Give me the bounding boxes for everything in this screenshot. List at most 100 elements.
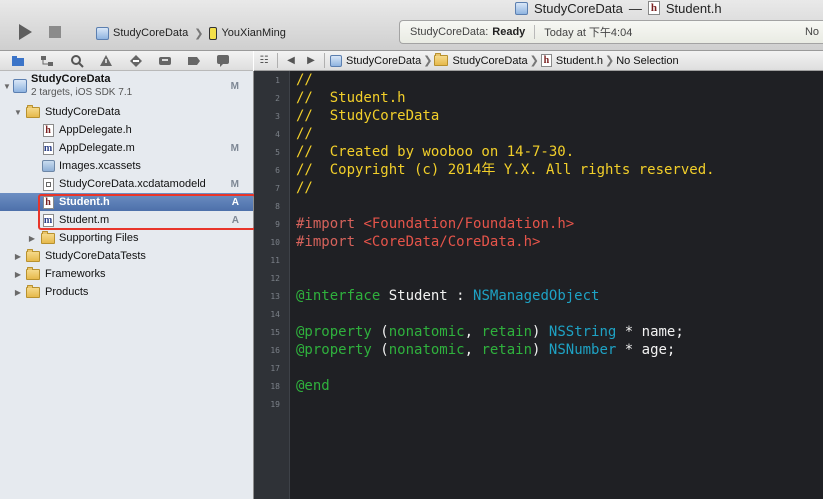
window-title-separator: — xyxy=(628,0,642,16)
symbol-navigator-tab[interactable] xyxy=(39,53,55,68)
log-navigator-tab[interactable] xyxy=(215,53,231,68)
scheme-project: StudyCoreData xyxy=(113,27,189,39)
code-line: #import <Foundation/Foundation.h> xyxy=(296,215,574,233)
line-number: 1 xyxy=(275,76,280,85)
sidebar-item-datamodel[interactable]: StudyCoreData.xcdatamodeld M xyxy=(0,175,253,193)
scm-status-badge: M xyxy=(230,178,239,190)
issue-navigator-tab[interactable] xyxy=(98,53,114,68)
toolbar: StudyCoreData — h Student.h StudyCoreDat… xyxy=(0,0,823,51)
line-number: 9 xyxy=(275,220,280,229)
speech-bubble-icon xyxy=(217,55,229,67)
folder-icon xyxy=(434,53,449,66)
chevron-right-icon: ❯ xyxy=(529,55,539,67)
test-navigator-tab[interactable] xyxy=(128,53,144,68)
jump-bar-project[interactable]: StudyCoreData xyxy=(330,54,421,67)
jump-bar-label: StudyCoreData xyxy=(452,54,528,67)
code-line: @property (nonatomic, retain) NSNumber *… xyxy=(296,341,675,359)
project-subtitle: 2 targets, iOS SDK 7.1 xyxy=(31,87,133,98)
line-number: 13 xyxy=(270,292,280,301)
sidebar-item-studycoredatatests[interactable]: ▶ StudyCoreDataTests xyxy=(0,247,253,265)
sidebar-item-group-studycoredata[interactable]: ▼ StudyCoreData xyxy=(0,103,253,121)
code-token: * age; xyxy=(624,342,676,358)
project-icon xyxy=(13,79,27,93)
scheme-device: YouXianMing xyxy=(221,27,286,39)
folder-icon xyxy=(12,55,24,66)
code-line: #import <CoreData/CoreData.h> xyxy=(296,233,540,251)
chevron-right-icon: ❯ xyxy=(423,55,433,67)
code-token: , xyxy=(464,342,482,358)
disclosure-open-icon[interactable]: ▼ xyxy=(13,107,23,117)
search-navigator-tab[interactable] xyxy=(69,53,85,68)
disclosure-open-icon[interactable]: ▼ xyxy=(2,81,12,91)
window-title-project: StudyCoreData xyxy=(534,0,623,16)
scm-status-badge: M xyxy=(230,81,239,92)
code-line: // xyxy=(296,126,313,142)
stop-button[interactable] xyxy=(44,22,66,42)
scheme-project-icon xyxy=(96,26,109,40)
sidebar-item-appdelegate-m[interactable]: m AppDelegate.m M xyxy=(0,139,253,157)
folder-icon xyxy=(26,266,40,281)
breakpoint-navigator-tab[interactable] xyxy=(186,53,202,68)
code-token: retain xyxy=(481,324,533,340)
line-number: 18 xyxy=(270,382,280,391)
header-file-icon: h xyxy=(41,123,55,137)
code-token: NSString xyxy=(548,324,617,340)
scm-status-badge: M xyxy=(230,142,239,154)
disclosure-closed-icon[interactable]: ▶ xyxy=(27,233,37,243)
project-navigator-tab[interactable] xyxy=(10,53,26,68)
disclosure-closed-icon[interactable]: ▶ xyxy=(13,251,23,261)
code-token: <CoreData/CoreData.h> xyxy=(363,234,541,250)
diamond-icon xyxy=(130,54,142,67)
disclosure-closed-icon[interactable]: ▶ xyxy=(13,269,23,279)
status-extra: No xyxy=(804,26,819,38)
sidebar-item-supporting-files[interactable]: ▶ Supporting Files xyxy=(0,229,253,247)
code-token: <Foundation/Foundation.h> xyxy=(363,216,575,232)
related-items-icon[interactable]: ☷ xyxy=(254,55,274,66)
run-button[interactable] xyxy=(14,22,36,42)
sidebar-item-products[interactable]: ▶ Products xyxy=(0,283,253,301)
line-number: 7 xyxy=(275,184,280,193)
scheme-selector[interactable]: StudyCoreData ❯ YouXianMing xyxy=(96,26,286,40)
status-time: Today at 下午4:04 xyxy=(544,27,633,39)
debug-navigator-tab[interactable] xyxy=(157,53,173,68)
sidebar-item-frameworks[interactable]: ▶ Frameworks xyxy=(0,265,253,283)
jump-bar-file[interactable]: h Student.h xyxy=(540,54,603,67)
sidebar-item-label: StudyCoreData.xcdatamodeld xyxy=(59,178,206,190)
code-line: // StudyCoreData xyxy=(296,108,440,124)
line-number: 16 xyxy=(270,346,280,355)
sidebar-item-label: Images.xcassets xyxy=(59,160,141,172)
code-line: // Created by wooboo on 14-7-30. xyxy=(296,144,575,160)
chevron-right-icon: ❯ xyxy=(604,55,615,67)
code-token: nonatomic xyxy=(388,324,465,340)
jump-bar-symbol[interactable]: No Selection xyxy=(616,55,678,67)
chevron-right-icon: ❯ xyxy=(194,27,204,40)
disclosure-closed-icon[interactable]: ▶ xyxy=(13,287,23,297)
project-navigator: ▼ StudyCoreData 2 targets, iOS SDK 7.1 M… xyxy=(0,71,254,499)
line-number: 11 xyxy=(270,256,280,265)
sidebar-item-appdelegate-h[interactable]: h AppDelegate.h xyxy=(0,121,253,139)
status-divider xyxy=(534,25,536,39)
sidebar-item-label: AppDelegate.m xyxy=(59,142,135,154)
code-token: @property xyxy=(296,342,372,358)
code-line: // Copyright (c) 2014年 Y.X. All rights r… xyxy=(296,162,715,178)
forward-arrow-icon[interactable]: ▶ xyxy=(301,55,321,66)
sidebar-item-label: Frameworks xyxy=(45,268,106,280)
folder-icon xyxy=(26,104,40,119)
jump-bar-group[interactable]: StudyCoreData xyxy=(434,53,528,67)
code-token: NSManagedObject xyxy=(473,288,600,304)
project-row[interactable]: ▼ StudyCoreData 2 targets, iOS SDK 7.1 M xyxy=(0,71,253,101)
source-editor[interactable]: // // Student.h // StudyCoreData // // C… xyxy=(290,71,823,499)
sidebar-item-label: AppDelegate.h xyxy=(59,124,132,136)
play-icon xyxy=(19,24,32,40)
code-token: NSNumber xyxy=(548,342,617,358)
code-token: #import xyxy=(296,234,356,250)
code-line: // xyxy=(296,72,313,88)
back-arrow-icon[interactable]: ◀ xyxy=(281,55,301,66)
status-project: StudyCoreData: xyxy=(410,26,489,38)
code-line: @end xyxy=(296,377,330,395)
code-token: retain xyxy=(481,342,533,358)
activity-status: StudyCoreData: Ready Today at 下午4:04 No xyxy=(399,20,823,44)
sidebar-item-images-xcassets[interactable]: Images.xcassets xyxy=(0,157,253,175)
code-line: @property (nonatomic, retain) NSString *… xyxy=(296,323,684,341)
implementation-file-icon: m xyxy=(42,141,54,155)
